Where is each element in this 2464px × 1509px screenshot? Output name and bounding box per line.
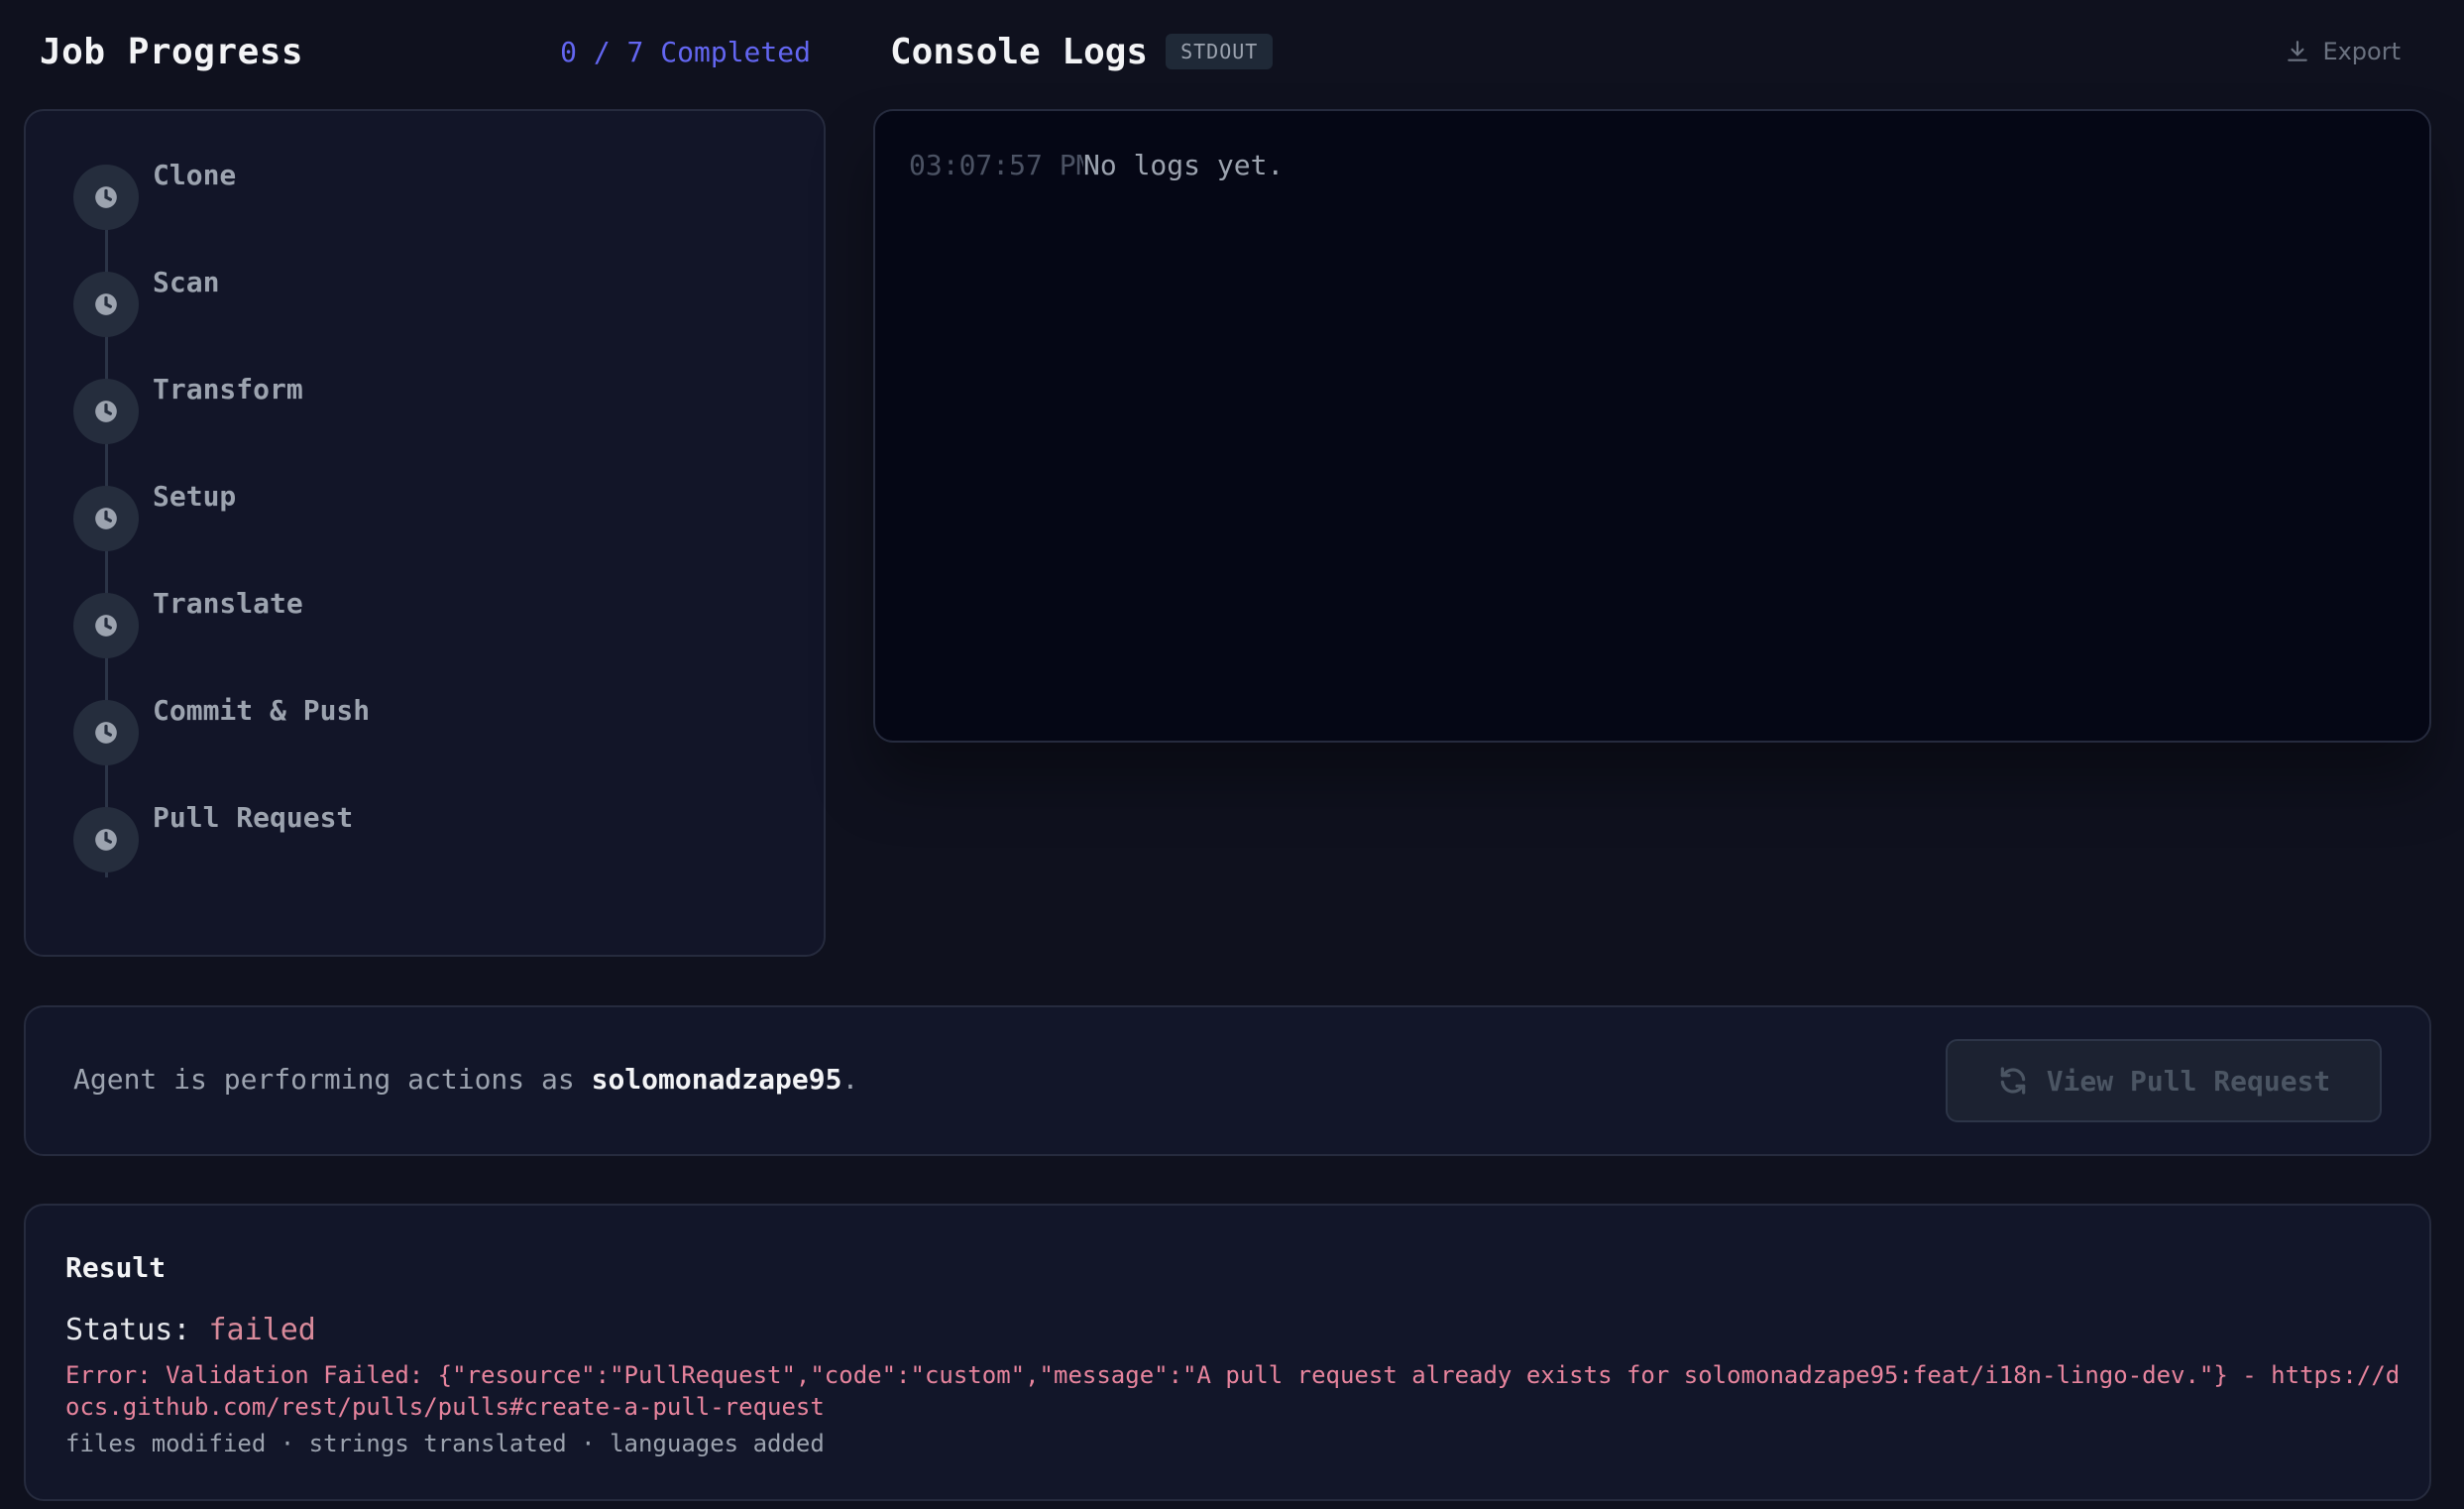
step-setup: Setup (73, 480, 236, 555)
result-panel: Result Status: failed Error: Validation … (24, 1204, 2431, 1501)
step-label: Translate (153, 587, 303, 620)
error-message: Error: Validation Failed: {"resource":"P… (65, 1361, 2401, 1421)
agent-info: Agent is performing actions as solomonad… (73, 1063, 858, 1096)
agent-username: solomonadzape95 (591, 1063, 842, 1096)
step-label: Setup (153, 480, 237, 513)
agent-bar: Agent is performing actions as solomonad… (24, 1005, 2431, 1156)
status-label: Status: (65, 1313, 209, 1347)
console-output[interactable]: 03:07:57 PM No logs yet. (873, 109, 2431, 743)
clock-icon (73, 272, 139, 337)
status-value: failed (208, 1313, 316, 1347)
step-label: Transform (153, 373, 303, 406)
view-pull-request-label: View Pull Request (2046, 1064, 2331, 1098)
completed-count-text: 0 / 7 Completed (560, 35, 811, 68)
view-pull-request-button[interactable]: View Pull Request (1946, 1039, 2382, 1122)
agent-prefix: Agent is performing actions as (73, 1063, 592, 1096)
clock-icon (73, 593, 139, 658)
export-button[interactable]: Export (2285, 38, 2401, 65)
log-line: 03:07:57 PM No logs yet. (909, 149, 1284, 181)
stdout-badge: STDOUT (1166, 34, 1274, 69)
refresh-icon (2000, 1067, 2025, 1095)
step-commit-push: Commit & Push (73, 694, 370, 769)
log-message: No logs yet. (1083, 149, 1285, 181)
console-title: Console Logs (890, 31, 1149, 72)
step-translate: Translate (73, 587, 303, 662)
log-timestamp: 03:07:57 PM (909, 149, 1083, 181)
step-transform: Transform (73, 373, 303, 448)
step-scan: Scan (73, 266, 219, 341)
step-label: Clone (153, 159, 237, 191)
step-label: Scan (153, 266, 220, 298)
clock-icon (73, 486, 139, 551)
clock-icon (73, 379, 139, 444)
clock-icon (73, 807, 139, 872)
result-title: Result (65, 1251, 167, 1284)
app-root: Job Progress 0 / 7 Completed Clone Scan … (0, 0, 2464, 1509)
export-label: Export (2322, 38, 2401, 65)
result-status: Status: failed (65, 1313, 316, 1347)
job-progress-title: Job Progress (40, 31, 304, 72)
job-progress-header: Job Progress 0 / 7 Completed (40, 28, 811, 75)
step-clone: Clone (73, 159, 236, 234)
job-progress-panel (24, 109, 826, 957)
step-label: Commit & Push (153, 694, 371, 727)
clock-icon (73, 700, 139, 765)
download-icon (2288, 41, 2308, 61)
step-label: Pull Request (153, 801, 354, 834)
result-meta: files modified · strings translated · la… (65, 1430, 825, 1457)
step-pull-request: Pull Request (73, 801, 353, 876)
clock-icon (73, 165, 139, 230)
console-header: Console Logs STDOUT Export (890, 28, 2414, 75)
completed-count: 0 / 7 Completed (560, 36, 811, 68)
agent-suffix: . (841, 1063, 859, 1096)
